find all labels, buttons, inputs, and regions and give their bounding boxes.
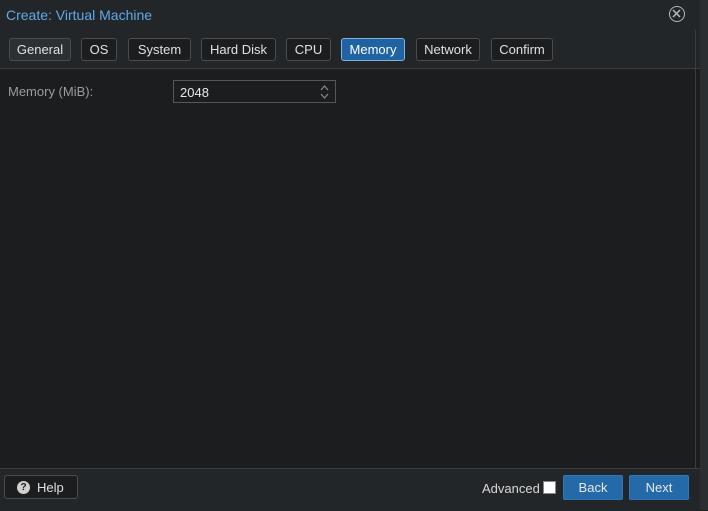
create-vm-dialog: Create: Virtual Machine General OS Syste…	[0, 0, 700, 511]
help-label: Help	[37, 480, 64, 495]
tab-label: Hard Disk	[209, 42, 268, 57]
tab-network[interactable]: Network	[416, 38, 480, 61]
back-label: Back	[578, 480, 608, 495]
advanced-checkbox[interactable]	[543, 481, 556, 494]
tab-memory[interactable]: Memory	[341, 38, 405, 61]
tab-label: General	[16, 42, 64, 57]
tab-general[interactable]: General	[9, 38, 71, 61]
close-icon[interactable]	[669, 6, 685, 22]
tab-label: Confirm	[499, 42, 545, 57]
advanced-label: Advanced	[482, 481, 540, 496]
tab-label: Memory	[349, 42, 397, 57]
tab-system[interactable]: System	[128, 38, 191, 61]
dialog-title: Create: Virtual Machine	[6, 7, 153, 23]
tab-confirm[interactable]: Confirm	[491, 38, 553, 61]
next-button[interactable]: Next	[629, 475, 689, 500]
back-button[interactable]: Back	[563, 475, 623, 500]
help-button[interactable]: ? Help	[4, 475, 78, 499]
memory-spinner-field[interactable]: 2048	[173, 80, 336, 103]
tab-os[interactable]: OS	[81, 38, 117, 61]
wizard-tabs: General OS System Hard Disk CPU Memory N…	[0, 30, 700, 69]
window-edge	[700, 0, 708, 510]
memory-value: 2048	[180, 85, 209, 100]
tab-label: Network	[424, 42, 472, 57]
memory-label: Memory (MiB):	[8, 84, 94, 99]
up-down-chevron-icon[interactable]	[320, 84, 329, 100]
panel-divider	[695, 30, 696, 468]
tab-label: System	[137, 42, 182, 57]
tab-label: CPU	[294, 42, 323, 57]
dialog-titlebar: Create: Virtual Machine	[0, 0, 700, 30]
next-label: Next	[645, 480, 673, 495]
question-circle-icon: ?	[17, 481, 30, 494]
tab-cpu[interactable]: CPU	[286, 38, 331, 61]
tab-hard-disk[interactable]: Hard Disk	[201, 38, 276, 61]
tab-label: OS	[89, 42, 109, 57]
dialog-footer: ? Help Advanced Back Next	[0, 468, 700, 511]
